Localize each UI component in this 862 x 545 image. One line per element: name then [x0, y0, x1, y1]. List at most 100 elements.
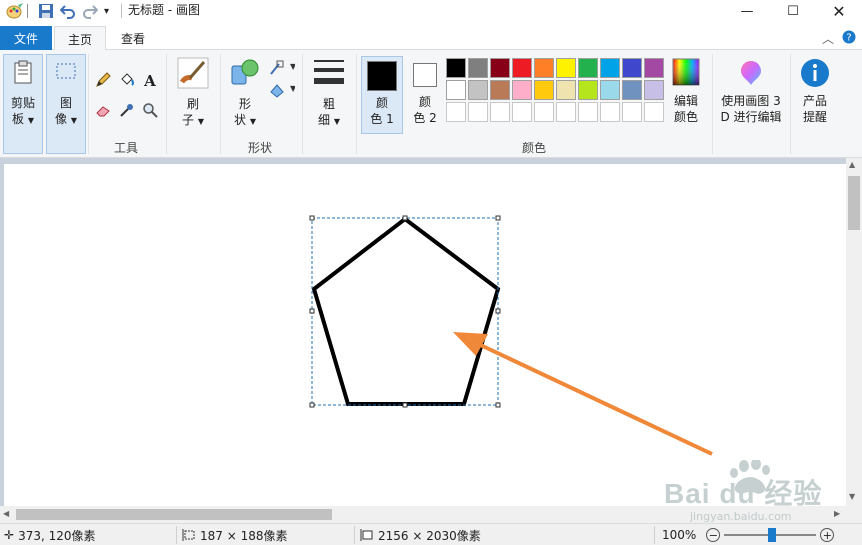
image-label-1: 图: [59, 96, 72, 110]
resize-handle[interactable]: [495, 308, 501, 314]
text-icon[interactable]: A: [140, 70, 160, 90]
palette-swatch[interactable]: [534, 58, 554, 78]
palette-swatch-empty[interactable]: [600, 102, 620, 122]
undo-icon[interactable]: [60, 3, 76, 19]
size-button[interactable]: 粗 细 ▼: [308, 56, 350, 136]
palette-swatch-empty[interactable]: [556, 102, 576, 122]
palette-swatch[interactable]: [578, 80, 598, 100]
customize-quick-access-icon[interactable]: ▾: [104, 3, 109, 19]
dropdown-icon: ▼: [70, 116, 77, 125]
help-icon[interactable]: ?: [842, 30, 856, 47]
drawing-canvas[interactable]: [4, 164, 846, 506]
product-tips-button[interactable]: 产品 提醒: [796, 58, 834, 136]
minimize-icon[interactable]: —: [724, 0, 770, 22]
zoom-out-icon[interactable]: −: [706, 528, 721, 542]
palette-swatch[interactable]: [446, 80, 466, 100]
fill-icon[interactable]: ▼: [268, 80, 296, 100]
pentagon-shape[interactable]: [311, 216, 501, 406]
group-divider: [712, 54, 713, 154]
image-button[interactable]: 图 像 ▼: [46, 54, 86, 154]
horizontal-scroll-thumb[interactable]: [16, 509, 332, 520]
palette-swatch[interactable]: [556, 58, 576, 78]
palette-swatch[interactable]: [600, 58, 620, 78]
color2-swatch: [413, 63, 437, 87]
selection-size-icon: [182, 529, 195, 541]
color2-button[interactable]: 颜 色 2: [404, 56, 446, 134]
palette-swatch-empty[interactable]: [578, 102, 598, 122]
palette-swatch-empty[interactable]: [468, 102, 488, 122]
palette-swatch[interactable]: [490, 80, 510, 100]
scroll-up-icon[interactable]: ▲: [849, 160, 855, 169]
resize-handle[interactable]: [495, 402, 501, 408]
shapes-icon: [231, 59, 259, 85]
resize-handle[interactable]: [309, 215, 315, 221]
zoom-slider[interactable]: [724, 528, 817, 542]
clipboard-label-2: 板: [12, 112, 25, 126]
palette-swatch[interactable]: [556, 80, 576, 100]
dropdown-icon: ▼: [333, 117, 340, 126]
palette-swatch-empty[interactable]: [622, 102, 642, 122]
palette-swatch[interactable]: [512, 58, 532, 78]
vertical-scroll-thumb[interactable]: [848, 176, 860, 230]
fill-bucket-icon[interactable]: [117, 70, 137, 90]
collapse-ribbon-icon[interactable]: ︿: [822, 30, 834, 47]
canvas-size: 2156 × 2030像素: [360, 527, 481, 543]
palette-swatch-empty[interactable]: [644, 102, 664, 122]
tools-group-label: 工具: [113, 141, 138, 155]
outline-icon[interactable]: ▼: [268, 58, 296, 78]
clipboard-button[interactable]: 剪贴 板 ▼: [3, 54, 43, 154]
paint3d-button[interactable]: 使用画图 3 D 进行编辑: [718, 58, 784, 136]
zoom-slider-thumb[interactable]: [768, 528, 777, 542]
dropdown-icon: ▼: [249, 117, 256, 126]
save-icon[interactable]: [38, 3, 54, 19]
zoom-in-icon[interactable]: +: [820, 528, 835, 542]
pencil-icon[interactable]: [93, 70, 113, 90]
group-divider: [356, 54, 357, 154]
edit-colors-label-2: 颜色: [673, 110, 698, 124]
palette-swatch[interactable]: [578, 58, 598, 78]
edit-colors-button[interactable]: 编辑 颜色: [668, 58, 704, 136]
resize-handle[interactable]: [309, 308, 315, 314]
palette-swatch[interactable]: [490, 58, 510, 78]
scroll-left-icon[interactable]: ◀: [3, 509, 9, 518]
palette-swatch[interactable]: [622, 80, 642, 100]
close-icon[interactable]: ✕: [816, 0, 862, 22]
palette-swatch[interactable]: [534, 80, 554, 100]
tab-file[interactable]: 文件: [0, 26, 52, 50]
resize-handle[interactable]: [402, 402, 408, 408]
palette-swatch-empty[interactable]: [534, 102, 554, 122]
resize-handle[interactable]: [495, 215, 501, 221]
eraser-icon[interactable]: [93, 100, 113, 120]
palette-swatch[interactable]: [446, 58, 466, 78]
vertical-scrollbar[interactable]: ▲ ▼: [846, 158, 862, 506]
palette-swatch-empty[interactable]: [512, 102, 532, 122]
workspace: [0, 158, 846, 506]
maximize-icon[interactable]: ☐: [770, 0, 816, 22]
tab-home[interactable]: 主页: [54, 26, 106, 51]
palette-swatch[interactable]: [644, 80, 664, 100]
tab-view[interactable]: 查看: [108, 26, 158, 51]
palette-swatch-empty[interactable]: [446, 102, 466, 122]
shapes-button[interactable]: 形 状 ▼: [226, 56, 264, 136]
palette-swatch[interactable]: [644, 58, 664, 78]
shapes-label-1: 形: [238, 97, 251, 111]
redo-icon[interactable]: [82, 3, 98, 19]
selection-size: 187 × 188像素: [182, 527, 288, 543]
color1-swatch: [367, 61, 397, 91]
color1-button[interactable]: 颜 色 1: [361, 56, 403, 134]
color-picker-icon[interactable]: [117, 100, 137, 120]
palette-swatch[interactable]: [622, 58, 642, 78]
palette-swatch[interactable]: [600, 80, 620, 100]
colors-group-label: 颜色: [521, 141, 546, 155]
brushes-button[interactable]: 刷 子 ▼: [172, 56, 214, 136]
palette-swatch-empty[interactable]: [490, 102, 510, 122]
paint-app-icon[interactable]: [6, 3, 24, 19]
palette-swatch[interactable]: [512, 80, 532, 100]
magnifier-icon[interactable]: [140, 100, 160, 120]
palette-swatch[interactable]: [468, 58, 488, 78]
palette-swatch[interactable]: [468, 80, 488, 100]
resize-handle[interactable]: [309, 402, 315, 408]
resize-handle[interactable]: [402, 215, 408, 221]
separator-icon: │: [118, 4, 126, 18]
brush-label-1: 刷: [186, 97, 199, 111]
